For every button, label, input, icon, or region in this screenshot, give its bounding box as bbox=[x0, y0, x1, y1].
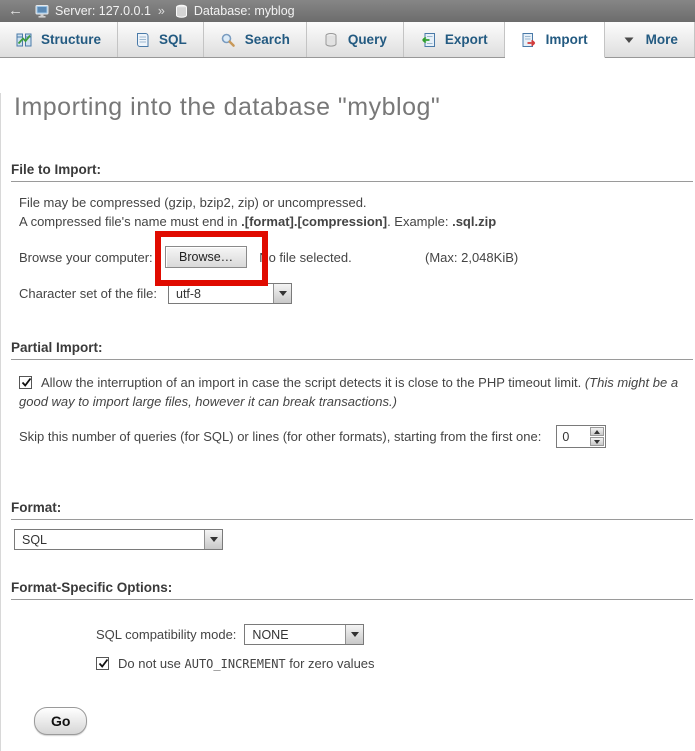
sql-compat-row: SQL compatibility mode: NONE bbox=[96, 624, 695, 645]
auto-increment-code: AUTO_INCREMENT bbox=[185, 657, 286, 671]
sql-compat-selected-value: NONE bbox=[245, 625, 345, 644]
browse-label: Browse your computer: bbox=[19, 250, 165, 265]
file-to-import-section: File to Import: File may be compressed (… bbox=[1, 162, 695, 304]
tab-bar: Structure SQL Search Query Export bbox=[0, 22, 695, 58]
breadcrumb-separator: » bbox=[158, 4, 165, 18]
export-icon bbox=[420, 32, 436, 48]
format-row: SQL bbox=[14, 529, 695, 550]
chevron-down-icon bbox=[621, 32, 637, 48]
allow-interrupt-text: Allow the interruption of an import in c… bbox=[41, 375, 585, 390]
tab-search[interactable]: Search bbox=[204, 22, 307, 57]
stepper-up-icon[interactable] bbox=[590, 427, 604, 436]
tab-more[interactable]: More bbox=[605, 22, 695, 57]
allow-interrupt-row: Allow the interruption of an import in c… bbox=[19, 373, 679, 411]
tab-label: More bbox=[646, 32, 678, 47]
auto-increment-suffix: for zero values bbox=[286, 656, 375, 671]
max-upload-size: (Max: 2,048KiB) bbox=[425, 250, 518, 265]
import-icon bbox=[521, 32, 537, 48]
breadcrumb-server-link[interactable]: Server: 127.0.0.1 bbox=[55, 4, 151, 18]
auto-increment-checkbox[interactable] bbox=[96, 657, 109, 670]
database-icon bbox=[174, 4, 189, 19]
charset-select[interactable]: utf-8 bbox=[168, 283, 292, 304]
tab-label: Export bbox=[445, 32, 488, 47]
dropdown-arrow-icon[interactable] bbox=[273, 284, 291, 303]
query-database-icon bbox=[323, 32, 339, 48]
dropdown-arrow-icon[interactable] bbox=[345, 625, 363, 644]
filename-info-line: A compressed file's name must end in .[f… bbox=[19, 213, 695, 230]
format-selected-value: SQL bbox=[15, 530, 204, 549]
skip-queries-label: Skip this number of queries (for SQL) or… bbox=[19, 429, 541, 444]
format-heading: Format: bbox=[11, 500, 693, 520]
dropdown-arrow-icon[interactable] bbox=[204, 530, 222, 549]
format-section: Format: SQL bbox=[1, 500, 695, 550]
allow-interrupt-checkbox[interactable] bbox=[19, 376, 32, 389]
sql-compat-select[interactable]: NONE bbox=[244, 624, 364, 645]
file-to-import-heading: File to Import: bbox=[11, 162, 693, 182]
compression-info-line: File may be compressed (gzip, bzip2, zip… bbox=[19, 194, 695, 211]
charset-label: Character set of the file: bbox=[19, 286, 168, 301]
format-options-section: Format-Specific Options: SQL compatibili… bbox=[1, 580, 695, 671]
sql-compat-label: SQL compatibility mode: bbox=[96, 627, 236, 642]
tab-label: SQL bbox=[159, 32, 187, 47]
tab-label: Import bbox=[546, 32, 588, 47]
tab-sql[interactable]: SQL bbox=[118, 22, 204, 57]
partial-import-heading: Partial Import: bbox=[11, 340, 693, 360]
main-content: Importing into the database "myblog" Fil… bbox=[0, 93, 695, 751]
structure-icon bbox=[16, 32, 32, 48]
tab-label: Search bbox=[245, 32, 290, 47]
go-row: Go bbox=[34, 707, 695, 735]
tab-import[interactable]: Import bbox=[505, 22, 605, 58]
breadcrumb-database-link[interactable]: Database: myblog bbox=[194, 4, 295, 18]
tab-label: Query bbox=[348, 32, 387, 47]
server-icon bbox=[35, 4, 50, 19]
checkmark-icon bbox=[20, 376, 33, 389]
charset-row: Character set of the file: utf-8 bbox=[19, 283, 695, 304]
auto-increment-row: Do not use AUTO_INCREMENT for zero value… bbox=[96, 656, 695, 671]
skip-queries-value[interactable]: 0 bbox=[557, 426, 589, 447]
tab-query[interactable]: Query bbox=[307, 22, 404, 57]
sql-page-icon bbox=[134, 32, 150, 48]
skip-queries-stepper[interactable]: 0 bbox=[556, 425, 606, 448]
browse-button[interactable]: Browse… bbox=[165, 246, 247, 268]
browse-row: Browse your computer: Browse… No file se… bbox=[19, 244, 695, 270]
back-arrow-icon[interactable]: ← bbox=[0, 3, 33, 20]
breadcrumb: ← Server: 127.0.0.1 » Database: myblog bbox=[0, 0, 695, 22]
page-title: Importing into the database "myblog" bbox=[14, 93, 695, 122]
search-icon bbox=[220, 32, 236, 48]
tab-label: Structure bbox=[41, 32, 101, 47]
charset-selected-value: utf-8 bbox=[169, 284, 273, 303]
format-select[interactable]: SQL bbox=[14, 529, 223, 550]
stepper-down-icon[interactable] bbox=[590, 437, 604, 446]
tab-structure[interactable]: Structure bbox=[0, 22, 118, 57]
auto-increment-prefix: Do not use bbox=[118, 656, 185, 671]
skip-queries-row: Skip this number of queries (for SQL) or… bbox=[19, 425, 695, 448]
checkmark-icon bbox=[97, 657, 110, 670]
partial-import-section: Partial Import: Allow the interruption o… bbox=[1, 340, 695, 448]
tab-export[interactable]: Export bbox=[404, 22, 505, 57]
no-file-selected-text: No file selected. bbox=[259, 250, 352, 265]
format-options-heading: Format-Specific Options: bbox=[11, 580, 693, 600]
go-button[interactable]: Go bbox=[34, 707, 87, 735]
